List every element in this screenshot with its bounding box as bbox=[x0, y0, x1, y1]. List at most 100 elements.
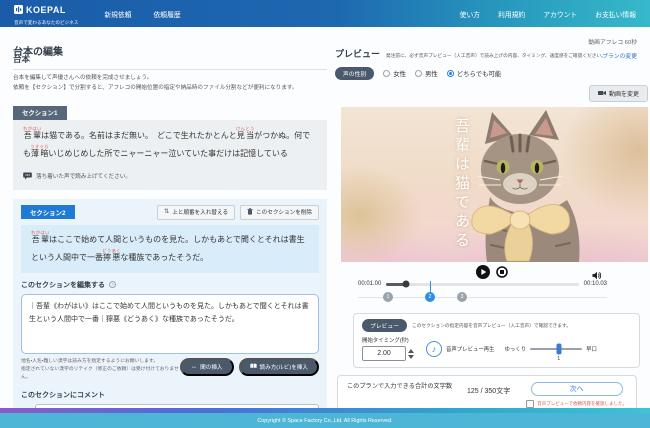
audio-preview-badge: プレビュー bbox=[362, 319, 407, 332]
nav-how-to-use[interactable]: 使い方 bbox=[460, 9, 480, 19]
insert-ruby-label: 読み方(ルビ)を挿入 bbox=[260, 363, 308, 371]
section-2-text: 吾輩わがはいはここで始めて人間というものを見た。しかもあとで聞くとそれは書生とい… bbox=[31, 230, 309, 268]
gender-option-female-label: 女性 bbox=[393, 69, 406, 78]
radio-unchecked-icon bbox=[415, 70, 422, 77]
book-icon bbox=[250, 363, 257, 371]
next-button[interactable]: 次へ bbox=[531, 382, 623, 396]
change-video-label: 動画を変更 bbox=[609, 89, 639, 98]
player-controls bbox=[335, 265, 648, 279]
script-editor-panel: 台本 台本を編集して声優さんへの依頼を完成させましょう。 依頼を【セクション】で… bbox=[13, 53, 327, 428]
camera-icon bbox=[598, 90, 606, 98]
delete-section-button[interactable]: このセクションを削除 bbox=[240, 205, 319, 220]
section-1-badge: セクション1 bbox=[13, 106, 67, 120]
section-marker-row: 1 2 3 bbox=[335, 290, 648, 304]
nav-terms[interactable]: 利用規約 bbox=[498, 9, 525, 19]
top-navbar: KOEPAL 音声で変わるあなたのビジネス 新規依頼 依頼履歴 使い方 利用規約… bbox=[0, 0, 650, 27]
nav-payment-info[interactable]: お支払い情報 bbox=[595, 9, 636, 19]
section-2-content-box: 吾輩わがはいはここで始めて人間というものを見た。しかもあとで聞くとそれは書生とい… bbox=[21, 225, 319, 273]
script-description-line1: 台本を編集して声優さんへの依頼を完成させましょう。 bbox=[13, 74, 327, 84]
section-2-badge: セクション2 bbox=[21, 205, 75, 219]
section-edit-textarea[interactable]: ｜吾輩《わがはい》はここで始めて人間というものを見た。しかもあとで聞くとそれは書… bbox=[21, 294, 319, 354]
video-caption-text: 吾輩は猫である bbox=[452, 118, 473, 251]
pause-insert-icon: ↔ bbox=[191, 364, 197, 370]
edit-hint-line1: 地名・人名・難しい漢字は読み方を指定するようにお願いします。 bbox=[21, 358, 180, 366]
gender-option-male[interactable]: 男性 bbox=[415, 69, 438, 78]
speed-control: ゆっくり 1 早口 bbox=[505, 345, 597, 353]
edit-tools-row: 地名・人名・難しい漢字は読み方を指定するようにお願いします。 指定されていない漢… bbox=[21, 358, 319, 382]
play-button[interactable] bbox=[476, 265, 490, 279]
plan-label: 動画アフレコ 60秒 bbox=[588, 40, 637, 46]
speed-slow-label: ゆっくり bbox=[505, 345, 527, 353]
start-timing-input[interactable] bbox=[362, 346, 406, 361]
speed-value: 1 bbox=[557, 356, 560, 362]
section-1: セクション1 吾輩わがはいは猫である。名前はまだ無い。 どこで生れたかとんと見当… bbox=[13, 102, 327, 190]
spinner-up-button[interactable] bbox=[408, 349, 414, 353]
help-icon[interactable]: ? bbox=[109, 281, 116, 288]
speed-slider-handle[interactable] bbox=[556, 343, 561, 354]
copyright-text: Copyright © Space Factory Co.,Ltd. All R… bbox=[257, 418, 392, 424]
spinner-down-button[interactable] bbox=[408, 355, 414, 359]
preview-description: 発注前に、必ず音声プレビュー（人工音声）で読み上げの内容、タイミング、速度感をご… bbox=[386, 53, 606, 59]
section-1-text: 吾輩わがはいは猫である。名前はまだ無い。 どこで生れたかとんと見当けんとうがつか… bbox=[23, 126, 317, 164]
nav-new-request[interactable]: 新規依頼 bbox=[104, 9, 131, 19]
confirm-checkbox[interactable] bbox=[526, 400, 534, 408]
section-marker-2-active[interactable]: 2 bbox=[425, 292, 435, 302]
change-video-button[interactable]: 動画を変更 bbox=[589, 85, 648, 102]
script-heading: 台本 bbox=[13, 53, 327, 70]
preview-header: プレビュー 発注前に、必ず音声プレビュー（人工音声）で読み上げの内容、タイミング… bbox=[335, 47, 648, 60]
audio-preview-box: プレビュー このセクションの指定内容を音声プレビュー（人工音声）で確認できます。… bbox=[353, 313, 640, 368]
audio-preview-note: このセクションの指定内容を音声プレビュー（人工音声）で確認できます。 bbox=[412, 323, 571, 329]
insert-ruby-button[interactable]: 読み方(ルビ)を挿入 bbox=[239, 358, 319, 376]
trash-icon bbox=[247, 208, 253, 217]
swap-order-label: 上と順番を入れ替える bbox=[172, 208, 228, 216]
brand-logo[interactable]: KOEPAL 音声で変わるあなたのビジネス bbox=[14, 1, 78, 26]
seek-bar[interactable] bbox=[386, 283, 578, 286]
logo-text: KOEPAL bbox=[26, 5, 66, 15]
brand-tagline: 音声で変わるあなたのビジネス bbox=[14, 20, 78, 26]
insert-pause-button[interactable]: ↔ 間の挿入 bbox=[180, 358, 233, 376]
voice-gender-row: 声の性別 女性 男性 どちらでも可能 bbox=[335, 67, 648, 80]
section-marker-3[interactable]: 3 bbox=[457, 292, 467, 302]
preview-panel: プレビュー 発注前に、必ず音声プレビュー（人工音声）で読み上げの内容、タイミング… bbox=[335, 47, 648, 414]
swap-order-button[interactable]: ⇅ 上と順番を入れ替える bbox=[157, 205, 235, 220]
koepal-logo-icon bbox=[14, 1, 23, 19]
radio-unchecked-icon bbox=[383, 70, 390, 77]
radio-checked-icon bbox=[447, 70, 454, 77]
section-1-comment: 落ち着いた声で読み上げてください。 bbox=[36, 172, 131, 180]
preview-title: プレビュー bbox=[335, 47, 380, 60]
footer: Copyright © Space Factory Co.,Ltd. All R… bbox=[0, 408, 650, 428]
cat-illustration bbox=[341, 107, 648, 262]
gender-option-either-label: どちらでも可能 bbox=[457, 69, 502, 78]
play-audio-preview-button[interactable]: ♪ bbox=[426, 341, 442, 357]
seek-handle[interactable] bbox=[402, 281, 409, 288]
koepal-app: KOEPAL 音声で変わるあなたのビジネス 新規依頼 依頼履歴 使い方 利用規約… bbox=[0, 0, 650, 428]
edit-section-label: このセクションを編集する bbox=[21, 280, 105, 290]
confirm-checkbox-label: 音声プレビューで依頼内容を確認しました。 bbox=[537, 401, 627, 407]
edit-hint-line2: 指定されていない漢字のリテイク（修正のご依頼）は受け付けておりません。 bbox=[21, 366, 180, 382]
gender-option-male-label: 男性 bbox=[425, 69, 438, 78]
edit-section-label-row: このセクションを編集する ? bbox=[21, 280, 319, 290]
start-timing-label: 開始タイミング(秒) bbox=[362, 336, 414, 344]
speed-slider[interactable]: 1 bbox=[530, 348, 582, 350]
section-comment-label: このセクションにコメント bbox=[21, 390, 319, 400]
nav-account[interactable]: アカウント bbox=[543, 9, 577, 19]
section-marker-1[interactable]: 1 bbox=[383, 292, 393, 302]
nav-request-history[interactable]: 依頼履歴 bbox=[154, 9, 181, 19]
delete-section-label: このセクションを削除 bbox=[256, 208, 312, 216]
script-description-line2: 依頼を【セクション】で分割すると、アフレコの開始位置の指定や納品時のファイル分割… bbox=[13, 84, 327, 94]
gender-option-either[interactable]: どちらでも可能 bbox=[447, 69, 502, 78]
marker-track bbox=[358, 297, 607, 298]
gender-option-female[interactable]: 女性 bbox=[383, 69, 406, 78]
swap-order-icon: ⇅ bbox=[164, 209, 169, 215]
section-2-header: セクション2 ⇅ 上と順番を入れ替える このセクションを削除 bbox=[21, 205, 319, 220]
voice-gender-label: 声の性別 bbox=[335, 67, 374, 80]
char-limit-label: このプランで入力できる合計の文字数 bbox=[347, 382, 453, 391]
section-1-content-box: 吾輩わがはいは猫である。名前はまだ無い。 どこで生れたかとんと見当けんとうがつか… bbox=[13, 120, 327, 190]
section-2: セクション2 ⇅ 上と順番を入れ替える このセクションを削除 吾輩わがはいはここ… bbox=[13, 199, 327, 428]
stop-button[interactable] bbox=[496, 266, 508, 278]
video-preview: 吾輩は猫である bbox=[341, 107, 648, 262]
volume-icon[interactable] bbox=[592, 267, 602, 285]
speech-bubble-icon bbox=[23, 167, 32, 185]
play-audio-preview-label: 音声プレビュー再生 bbox=[446, 345, 495, 353]
script-description: 台本を編集して声優さんへの依頼を完成させましょう。 依頼を【セクション】で分割す… bbox=[13, 74, 327, 93]
